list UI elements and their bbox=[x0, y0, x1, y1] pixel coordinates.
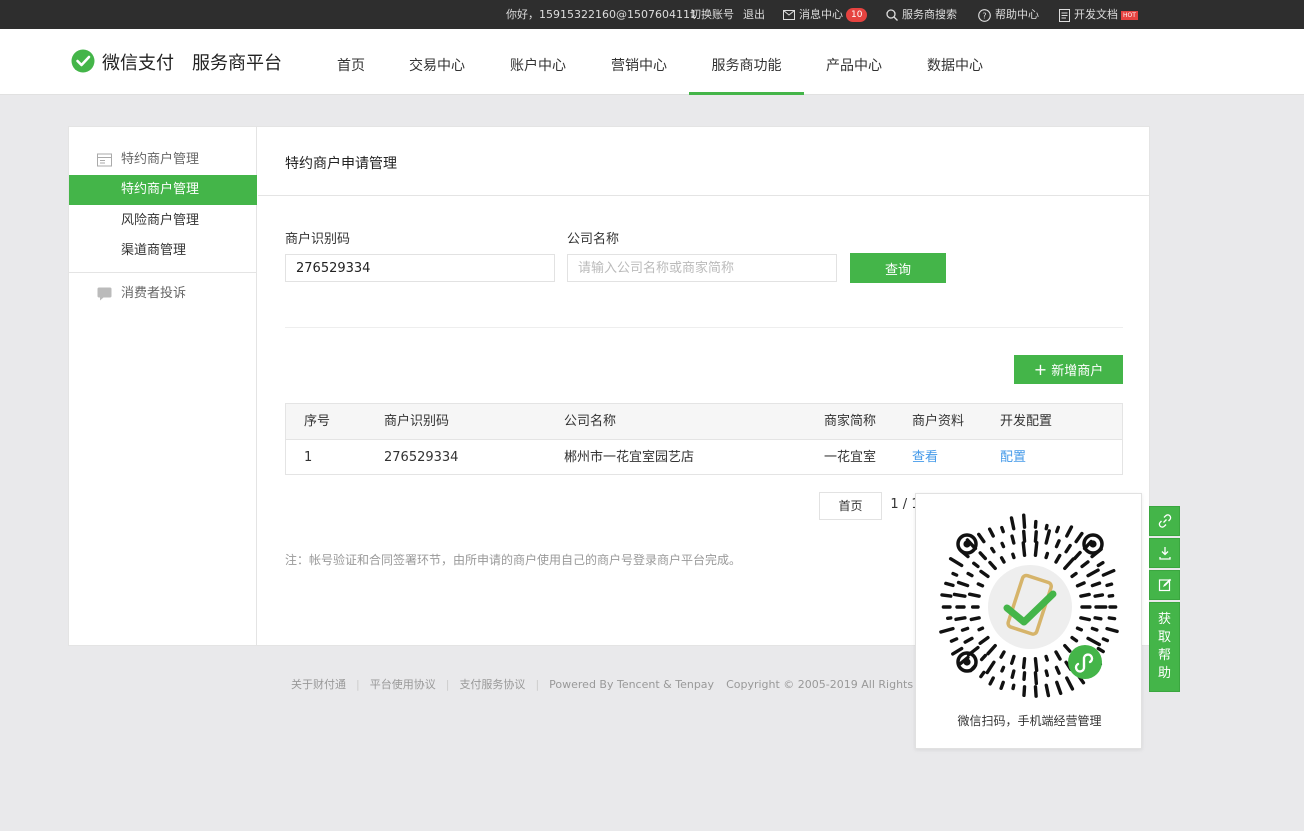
company-name-label: 公司名称 bbox=[567, 232, 620, 247]
sidebar-item-risk-merchants[interactable]: 风险商户管理 bbox=[69, 206, 257, 236]
logout-link[interactable]: 退出 bbox=[743, 0, 765, 29]
nav-accounts[interactable]: 账户中心 bbox=[494, 29, 582, 95]
sidebar: 特约商户管理 特约商户管理 风险商户管理 渠道商管理 消费者投诉 bbox=[69, 127, 257, 645]
col-header-short-name: 商家简称 bbox=[824, 414, 877, 429]
download-button[interactable] bbox=[1149, 538, 1180, 568]
provider-search-label: 服务商搜索 bbox=[902, 8, 957, 21]
link-icon bbox=[1158, 514, 1171, 528]
wechat-pay-logo-icon bbox=[71, 49, 95, 73]
sidebar-group-label: 消费者投诉 bbox=[121, 286, 187, 301]
merchant-table: 序号 商户识别码 公司名称 商家简称 商户资料 开发配置 1 276529334… bbox=[285, 403, 1123, 475]
pagination-first-button[interactable]: 首页 bbox=[819, 492, 882, 520]
question-circle-icon: ? bbox=[978, 8, 991, 22]
feedback-button[interactable] bbox=[1149, 570, 1180, 600]
get-help-label: 获取帮助 bbox=[1157, 612, 1171, 681]
sidebar-item-special-merchants[interactable]: 特约商户管理 bbox=[69, 175, 257, 205]
table-row: 1 276529334 郴州市一花宜室园艺店 一花宜室 查看 配置 bbox=[286, 439, 1122, 474]
top-bar: 你好，15915322160@1507604111 切换账号 退出 消息中心 10… bbox=[0, 0, 1304, 29]
user-greeting: 你好，15915322160@1507604111 bbox=[506, 8, 697, 21]
add-merchant-button[interactable]: + 新增商户 bbox=[1014, 355, 1123, 384]
sidebar-item-label: 渠道商管理 bbox=[121, 243, 187, 258]
mail-icon bbox=[783, 10, 795, 20]
sidebar-item-channel-management[interactable]: 渠道商管理 bbox=[69, 236, 257, 266]
footer-link-about[interactable]: 关于财付通 bbox=[291, 678, 346, 691]
qr-caption: 微信扫码，手机端经营管理 bbox=[957, 714, 1102, 728]
nav-marketing[interactable]: 营销中心 bbox=[595, 29, 683, 95]
search-icon bbox=[886, 9, 898, 21]
plus-icon: + bbox=[1033, 360, 1048, 379]
dev-docs-label: 开发文档 bbox=[1074, 8, 1118, 21]
nav-products[interactable]: 产品中心 bbox=[810, 29, 898, 95]
query-button[interactable]: 查询 bbox=[850, 253, 946, 283]
title-divider bbox=[258, 195, 1150, 196]
sidebar-item-label: 特约商户管理 bbox=[121, 182, 200, 197]
table-header-row: 序号 商户识别码 公司名称 商家简称 商户资料 开发配置 bbox=[286, 404, 1122, 439]
provider-search-link[interactable]: 服务商搜索 bbox=[886, 0, 957, 29]
add-merchant-label: 新增商户 bbox=[1051, 364, 1104, 379]
merchant-id-label: 商户识别码 bbox=[285, 232, 351, 247]
share-link-button[interactable] bbox=[1149, 506, 1180, 536]
qr-popup: 微信扫码，手机端经营管理 bbox=[915, 493, 1142, 749]
sidebar-group-consumer-complaints[interactable]: 消费者投诉 bbox=[69, 279, 257, 309]
mini-program-qr-code bbox=[939, 513, 1119, 698]
config-link[interactable]: 配置 bbox=[1000, 440, 1026, 475]
col-header-dev-config: 开发配置 bbox=[1000, 414, 1053, 429]
platform-name: 服务商平台 bbox=[192, 53, 282, 74]
cell-merchant-id: 276529334 bbox=[384, 450, 459, 465]
sidebar-item-label: 风险商户管理 bbox=[121, 213, 200, 228]
page-title: 特约商户申请管理 bbox=[285, 156, 397, 172]
sidebar-group-merchant-management[interactable]: 特约商户管理 bbox=[69, 145, 257, 175]
brand-name: 微信支付 bbox=[102, 53, 174, 74]
cell-index: 1 bbox=[304, 450, 313, 465]
nav-data[interactable]: 数据中心 bbox=[911, 29, 999, 95]
chat-bubble-icon bbox=[97, 287, 112, 301]
wechat-pay-logo[interactable]: 微信支付 服务商平台 bbox=[70, 49, 282, 75]
col-header-merchant-info: 商户资料 bbox=[912, 414, 965, 429]
footer: 关于财付通 | 平台使用协议 | 支付服务协议 | Powered By Tencent &… bbox=[291, 678, 961, 691]
nav-transactions[interactable]: 交易中心 bbox=[393, 29, 481, 95]
cell-short-name: 一花宜室 bbox=[824, 450, 877, 465]
hot-badge: HOT bbox=[1121, 10, 1138, 20]
col-header-merchant-id: 商户识别码 bbox=[384, 414, 450, 429]
cell-company: 郴州市一花宜室园艺店 bbox=[564, 450, 695, 465]
nav-home[interactable]: 首页 bbox=[320, 29, 382, 95]
col-header-index: 序号 bbox=[304, 414, 331, 429]
switch-account-link[interactable]: 切换账号 bbox=[690, 0, 734, 29]
message-center-label: 消息中心 bbox=[799, 8, 843, 21]
svg-text:?: ? bbox=[982, 11, 986, 20]
merchant-id-input[interactable] bbox=[285, 254, 555, 282]
help-center-link[interactable]: ? 帮助中心 bbox=[978, 0, 1039, 29]
sidebar-group-label: 特约商户管理 bbox=[121, 152, 200, 167]
footer-link-platform-agreement[interactable]: 平台使用协议 bbox=[370, 678, 436, 691]
footnote: 注：帐号验证和合同签署环节，由所申请的商户使用自己的商户号登录商户平台完成。 bbox=[285, 553, 742, 567]
list-icon bbox=[97, 153, 112, 167]
main-header: 微信支付 服务商平台 首页 交易中心 账户中心 营销中心 服务商功能 产品中心 … bbox=[0, 29, 1304, 95]
help-center-label: 帮助中心 bbox=[995, 8, 1039, 21]
form-divider bbox=[285, 327, 1123, 328]
message-count-badge: 10 bbox=[846, 8, 868, 22]
footer-powered: Powered By Tencent & Tenpay bbox=[549, 678, 715, 691]
edit-icon bbox=[1158, 578, 1171, 592]
col-header-company: 公司名称 bbox=[564, 414, 617, 429]
nav-provider-functions[interactable]: 服务商功能 bbox=[689, 29, 804, 95]
download-icon bbox=[1158, 547, 1171, 560]
sidebar-divider bbox=[69, 272, 257, 273]
dev-docs-link[interactable]: 开发文档 HOT bbox=[1059, 0, 1138, 29]
get-help-button[interactable]: 获取帮助 bbox=[1149, 602, 1180, 692]
message-center-link[interactable]: 消息中心 10 bbox=[783, 0, 868, 29]
footer-link-payment-agreement[interactable]: 支付服务协议 bbox=[459, 678, 525, 691]
view-info-link[interactable]: 查看 bbox=[912, 440, 938, 475]
company-name-input[interactable] bbox=[567, 254, 837, 282]
document-icon bbox=[1059, 8, 1070, 22]
